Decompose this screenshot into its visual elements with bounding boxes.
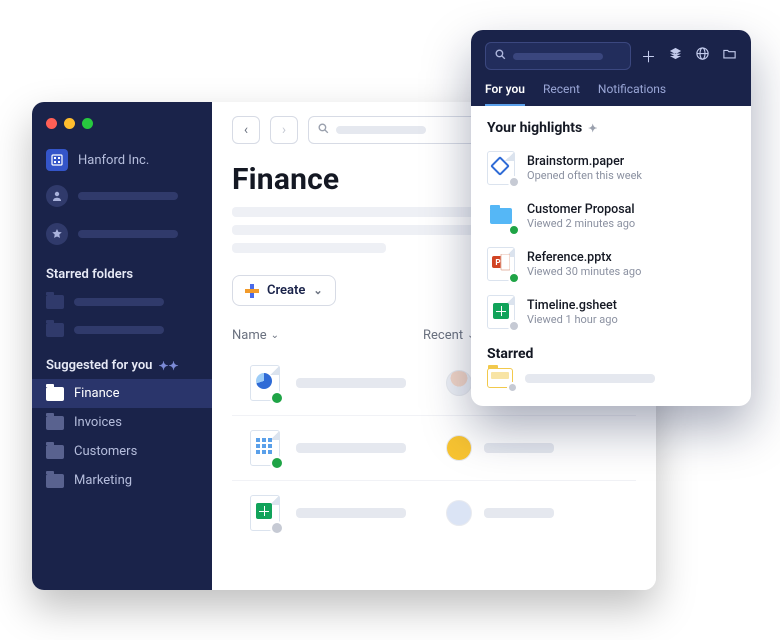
highlight-meta: Viewed 2 minutes ago: [527, 217, 635, 230]
folder-file-icon: [487, 199, 517, 233]
placeholder-bar: [78, 230, 178, 238]
sidebar-item-label: Customers: [74, 444, 137, 459]
popover-search-input[interactable]: [485, 42, 631, 70]
maximize-window-button[interactable]: [82, 118, 93, 129]
folder-icon: [46, 295, 64, 309]
popover-body: Your highlights ✦ Brainstorm.paper Opene…: [471, 106, 751, 406]
highlight-item[interactable]: P Reference.pptx Viewed 30 minutes ago: [487, 240, 735, 288]
plus-icon: [245, 284, 259, 298]
svg-text:P: P: [495, 258, 500, 267]
file-name-placeholder: [296, 443, 406, 453]
nav-item-placeholder[interactable]: [32, 215, 212, 253]
sparkles-icon: ✦✦: [158, 359, 178, 373]
file-icon: [250, 365, 280, 401]
starred-item[interactable]: [487, 368, 735, 388]
sidebar: Hanford Inc. Starred folders Suggested: [32, 102, 212, 590]
highlight-meta: Opened often this week: [527, 169, 642, 182]
folder-icon: [46, 323, 64, 337]
column-name[interactable]: Name ⌄: [232, 328, 279, 343]
status-dot-icon: [507, 382, 518, 393]
sidebar-item-invoices[interactable]: Invoices: [32, 408, 212, 437]
highlight-name: Reference.pptx: [527, 250, 641, 265]
powerpoint-file-icon: P: [487, 247, 517, 281]
highlight-item[interactable]: Customer Proposal Viewed 2 minutes ago: [487, 192, 735, 240]
tab-for-you[interactable]: For you: [485, 82, 525, 106]
highlight-name: Customer Proposal: [527, 202, 635, 217]
highlight-name: Timeline.gsheet: [527, 298, 618, 313]
highlight-name: Brainstorm.paper: [527, 154, 642, 169]
section-starred-folders: Starred folders: [32, 253, 212, 288]
placeholder-bar: [336, 126, 426, 134]
file-icon: [250, 430, 280, 466]
file-icon: [250, 495, 280, 531]
quick-access-popover: ＋ For you Recent Notifications Your high…: [471, 30, 751, 406]
sidebar-item-finance[interactable]: Finance: [32, 379, 212, 408]
sidebar-item-marketing[interactable]: Marketing: [32, 466, 212, 495]
column-recent[interactable]: Recent ⌄: [423, 328, 475, 343]
sidebar-item-label: Marketing: [74, 473, 132, 488]
gsheet-file-icon: [487, 295, 517, 329]
create-button[interactable]: Create ⌄: [232, 275, 336, 306]
placeholder-bar: [74, 298, 164, 306]
layers-icon[interactable]: [668, 46, 683, 67]
nav-item-placeholder[interactable]: [32, 177, 212, 215]
plus-icon[interactable]: ＋: [641, 46, 656, 67]
close-window-button[interactable]: [46, 118, 57, 129]
starred-heading: Starred: [487, 346, 735, 362]
recent-placeholder: [484, 508, 554, 518]
sidebar-item-label: Invoices: [74, 415, 122, 430]
avatar: [446, 500, 472, 526]
folder-icon[interactable]: [722, 46, 737, 67]
chevron-down-icon: ⌄: [313, 284, 322, 297]
folder-icon: [46, 445, 64, 459]
search-icon: [317, 122, 330, 139]
search-icon: [494, 48, 507, 65]
file-row[interactable]: [232, 481, 636, 545]
person-icon: [46, 185, 68, 207]
highlights-heading: Your highlights ✦: [487, 120, 735, 136]
minimize-window-button[interactable]: [64, 118, 75, 129]
back-button[interactable]: ‹: [232, 116, 260, 144]
placeholder-bar: [513, 53, 603, 60]
avatar: [446, 370, 472, 396]
recent-placeholder: [484, 443, 554, 453]
building-icon: [46, 149, 68, 171]
star-icon: [46, 223, 68, 245]
window-controls: [32, 114, 212, 143]
starred-folder-placeholder[interactable]: [32, 316, 212, 344]
folder-icon: [46, 387, 64, 401]
sidebar-item-customers[interactable]: Customers: [32, 437, 212, 466]
file-row[interactable]: [232, 416, 636, 481]
forward-button[interactable]: ›: [270, 116, 298, 144]
starred-folder-placeholder[interactable]: [32, 288, 212, 316]
tab-recent[interactable]: Recent: [543, 82, 580, 106]
file-name-placeholder: [296, 508, 406, 518]
popover-tabs: For you Recent Notifications: [485, 82, 737, 106]
placeholder-line: [232, 243, 386, 253]
org-name: Hanford Inc.: [78, 153, 149, 168]
org-selector[interactable]: Hanford Inc.: [32, 143, 212, 177]
placeholder-bar: [78, 192, 178, 200]
placeholder-bar: [525, 374, 655, 383]
highlight-meta: Viewed 1 hour ago: [527, 313, 618, 326]
avatar: [446, 435, 472, 461]
create-label: Create: [267, 283, 305, 298]
folder-icon: [46, 416, 64, 430]
highlight-item[interactable]: Timeline.gsheet Viewed 1 hour ago: [487, 288, 735, 336]
paper-file-icon: [487, 151, 517, 185]
globe-icon[interactable]: [695, 46, 710, 67]
chevron-down-icon: ⌄: [271, 330, 279, 341]
sparkles-icon: ✦: [588, 122, 597, 135]
placeholder-bar: [74, 326, 164, 334]
folder-icon: [46, 474, 64, 488]
highlight-meta: Viewed 30 minutes ago: [527, 265, 641, 278]
highlight-item[interactable]: Brainstorm.paper Opened often this week: [487, 144, 735, 192]
sidebar-item-label: Finance: [74, 386, 119, 401]
tab-notifications[interactable]: Notifications: [598, 82, 666, 106]
section-suggested: Suggested for you ✦✦: [32, 344, 212, 379]
file-name-placeholder: [296, 378, 406, 388]
popover-header: ＋ For you Recent Notifications: [471, 30, 751, 106]
